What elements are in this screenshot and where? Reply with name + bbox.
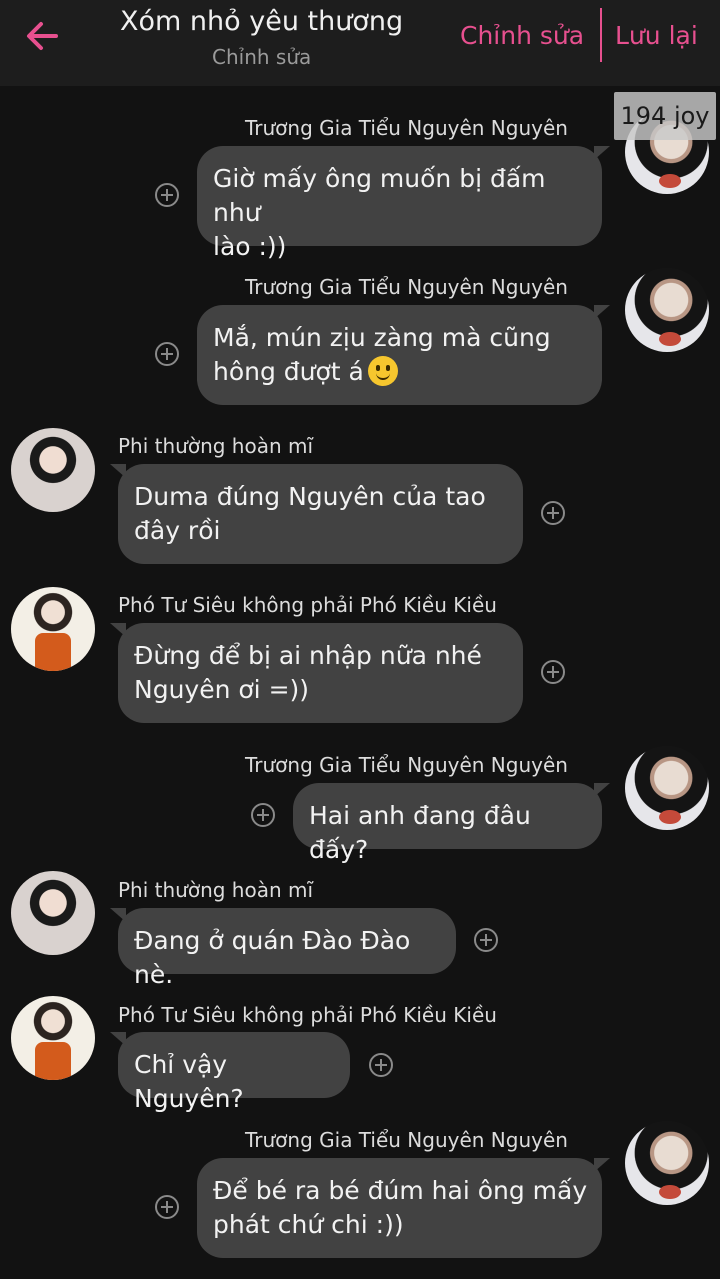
avatar[interactable]	[11, 587, 95, 671]
message-bubble[interactable]: Mắ, mún zịu zàng mà cũng hông đượt á	[197, 305, 610, 405]
app-header: Xóm nhỏ yêu thương Chỉnh sửa Chỉnh sửa L…	[0, 0, 720, 86]
chat-title: Xóm nhỏ yêu thương	[120, 6, 404, 37]
chat-subtitle: Chỉnh sửa	[212, 45, 312, 69]
message-bubble[interactable]: Đang ở quán Đào Đào nè.	[110, 908, 456, 989]
message-line: đây rồi	[134, 516, 221, 545]
add-reaction-icon[interactable]	[155, 1195, 179, 1219]
message-line: Duma đúng Nguyên của tao	[134, 482, 486, 511]
add-reaction-icon[interactable]	[369, 1053, 393, 1077]
avatar[interactable]	[625, 1121, 709, 1205]
edit-button[interactable]: Chỉnh sửa	[460, 18, 584, 54]
header-divider	[600, 8, 602, 62]
add-reaction-icon[interactable]	[541, 660, 565, 684]
add-reaction-icon[interactable]	[474, 928, 498, 952]
message-line: Đừng để bị ai nhập nữa nhé	[134, 641, 482, 670]
message-line: lào :))	[213, 232, 287, 261]
sender-name: Phi thường hoàn mĩ	[118, 878, 314, 902]
message-line: Để bé ra bé đúm hai ông mấy	[213, 1176, 588, 1205]
add-reaction-icon[interactable]	[251, 803, 275, 827]
message-line: Nguyên ơi =))	[134, 675, 310, 704]
message-line: Đang ở quán Đào Đào nè.	[134, 926, 411, 989]
avatar[interactable]	[625, 268, 709, 352]
message-line: Hai anh đang đâu đấy?	[309, 801, 531, 864]
avatar[interactable]	[11, 428, 95, 512]
slightly-smiling-face-icon	[367, 356, 398, 386]
avatar[interactable]	[11, 996, 95, 1080]
message-line: Mắ, mún zịu zàng mà cũng	[213, 323, 551, 352]
watermark: 194 joy	[614, 92, 716, 140]
sender-name: Trương Gia Tiểu Nguyên Nguyên	[245, 753, 568, 777]
message-bubble[interactable]: Duma đúng Nguyên của tao đây rồi	[110, 464, 523, 564]
sender-name: Phó Tư Siêu không phải Phó Kiều Kiều	[118, 1003, 497, 1027]
message-line: Chỉ vậy Nguyên?	[134, 1050, 244, 1113]
add-reaction-icon[interactable]	[541, 501, 565, 525]
avatar[interactable]	[11, 871, 95, 955]
add-reaction-icon[interactable]	[155, 342, 179, 366]
message-line: phát chứ chi :))	[213, 1210, 404, 1239]
message-bubble[interactable]: Giờ mấy ông muốn bị đấm như lào :))	[197, 146, 610, 261]
save-button[interactable]: Lưu lại	[615, 18, 698, 54]
add-reaction-icon[interactable]	[155, 183, 179, 207]
message-bubble[interactable]: Chỉ vậy Nguyên?	[110, 1032, 350, 1113]
sender-name: Trương Gia Tiểu Nguyên Nguyên	[245, 1128, 568, 1152]
message-bubble[interactable]: Hai anh đang đâu đấy?	[293, 783, 610, 864]
message-bubble[interactable]: Để bé ra bé đúm hai ông mấy phát chứ chi…	[197, 1158, 610, 1258]
chat-title-block: Xóm nhỏ yêu thương Chỉnh sửa	[120, 2, 450, 72]
arrow-left-icon	[27, 22, 58, 50]
avatar[interactable]	[625, 746, 709, 830]
back-button[interactable]	[20, 14, 64, 58]
sender-name: Phi thường hoàn mĩ	[118, 434, 314, 458]
message-bubble[interactable]: Đừng để bị ai nhập nữa nhé Nguyên ơi =))	[110, 623, 523, 723]
sender-name: Trương Gia Tiểu Nguyên Nguyên	[245, 116, 568, 140]
message-line: hông đượt á	[213, 357, 364, 386]
sender-name: Phó Tư Siêu không phải Phó Kiều Kiều	[118, 593, 497, 617]
message-line: Giờ mấy ông muốn bị đấm như	[213, 164, 546, 227]
sender-name: Trương Gia Tiểu Nguyên Nguyên	[245, 275, 568, 299]
